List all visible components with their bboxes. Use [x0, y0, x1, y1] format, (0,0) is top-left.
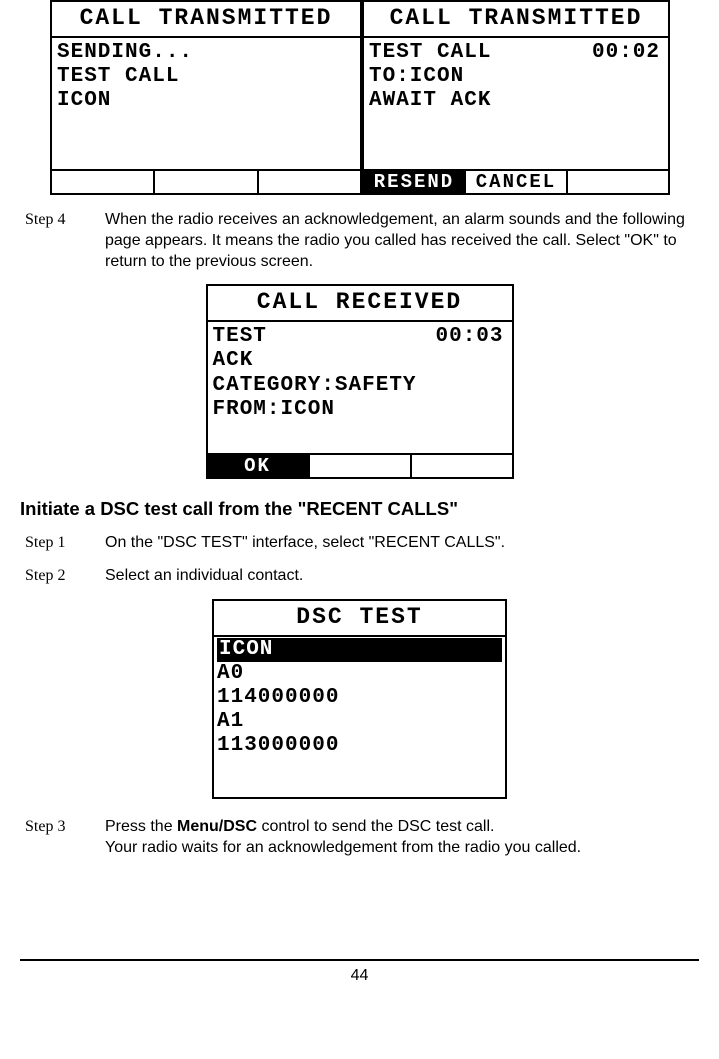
step3-mid: control to send the DSC test call.: [257, 818, 494, 835]
screen-footer: RESEND CANCEL: [364, 169, 668, 193]
screen-line: ICON: [57, 89, 355, 113]
radio-screen-sending: CALL TRANSMITTED SENDING... TEST CALL IC…: [50, 0, 362, 195]
screen-timer: 00:03: [435, 325, 503, 349]
screen-line: FROM:ICON: [213, 398, 507, 422]
screen-title: DSC TEST: [214, 601, 505, 637]
list-item[interactable]: 114000000: [217, 686, 502, 710]
softkey-empty: [52, 171, 155, 193]
center-screen-wrapper: DSC TEST ICON A0 114000000 A1 113000000: [20, 599, 699, 799]
step-text: Press the Menu/DSC control to send the D…: [105, 817, 694, 859]
screen-footer: [52, 169, 360, 193]
screen-footer: OK: [208, 453, 512, 477]
screen-timer: 00:02: [592, 41, 660, 65]
screen-line: ACK: [213, 349, 507, 373]
softkey-cancel[interactable]: CANCEL: [466, 171, 568, 193]
center-screen-wrapper: CALL RECEIVED 00:03 TEST ACK CATEGORY:SA…: [20, 284, 699, 479]
screen-line: CATEGORY:SAFETY: [213, 374, 507, 398]
screen-body: SENDING... TEST CALL ICON: [52, 38, 360, 169]
page-number: 44: [351, 967, 369, 984]
radio-screen-call-received: CALL RECEIVED 00:03 TEST ACK CATEGORY:SA…: [206, 284, 514, 479]
step3-bold: Menu/DSC: [177, 818, 257, 835]
screen-body: 00:03 TEST ACK CATEGORY:SAFETY FROM:ICON: [208, 322, 512, 453]
screen-line: TO:ICON: [369, 65, 663, 89]
step-label: Step 3: [25, 817, 105, 859]
step-text: On the "DSC TEST" interface, select "REC…: [105, 533, 694, 554]
softkey-empty: [412, 455, 512, 477]
screen-body: 00:02 TEST CALL TO:ICON AWAIT ACK: [364, 38, 668, 169]
step-label: Step 1: [25, 533, 105, 554]
screen-title: CALL TRANSMITTED: [52, 2, 360, 38]
step-text: Select an individual contact.: [105, 566, 694, 587]
step-2-row: Step 2 Select an individual contact.: [20, 566, 699, 587]
screen-line: AWAIT ACK: [369, 89, 663, 113]
screen-title: CALL RECEIVED: [208, 286, 512, 322]
step-label: Step 2: [25, 566, 105, 587]
list-item[interactable]: 113000000: [217, 734, 502, 758]
step-1-row: Step 1 On the "DSC TEST" interface, sele…: [20, 533, 699, 554]
radio-screen-await-ack: CALL TRANSMITTED 00:02 TEST CALL TO:ICON…: [362, 0, 670, 195]
softkey-empty: [155, 171, 258, 193]
screen-line: SENDING...: [57, 41, 355, 65]
page-footer: 44: [20, 959, 699, 987]
section-heading: Initiate a DSC test call from the "RECEN…: [20, 497, 699, 521]
top-screens-row: CALL TRANSMITTED SENDING... TEST CALL IC…: [50, 0, 699, 195]
list-item[interactable]: A0: [217, 662, 502, 686]
softkey-empty: [568, 171, 668, 193]
step3-line2: Your radio waits for an acknowledgement …: [105, 839, 581, 856]
list-item[interactable]: A1: [217, 710, 502, 734]
softkey-empty: [259, 171, 360, 193]
screen-body: ICON A0 114000000 A1 113000000: [214, 637, 505, 797]
screen-title: CALL TRANSMITTED: [364, 2, 668, 38]
step-4-row: Step 4 When the radio receives an acknow…: [20, 210, 699, 272]
softkey-empty: [310, 455, 412, 477]
softkey-resend[interactable]: RESEND: [364, 171, 466, 193]
list-item-selected[interactable]: ICON: [217, 638, 502, 662]
step-3-row: Step 3 Press the Menu/DSC control to sen…: [20, 817, 699, 859]
step-text: When the radio receives an acknowledgeme…: [105, 210, 694, 272]
radio-screen-dsc-test-list: DSC TEST ICON A0 114000000 A1 113000000: [212, 599, 507, 799]
step-label: Step 4: [25, 210, 105, 272]
step3-prefix: Press the: [105, 818, 177, 835]
screen-line: TEST CALL: [57, 65, 355, 89]
softkey-ok[interactable]: OK: [208, 455, 310, 477]
